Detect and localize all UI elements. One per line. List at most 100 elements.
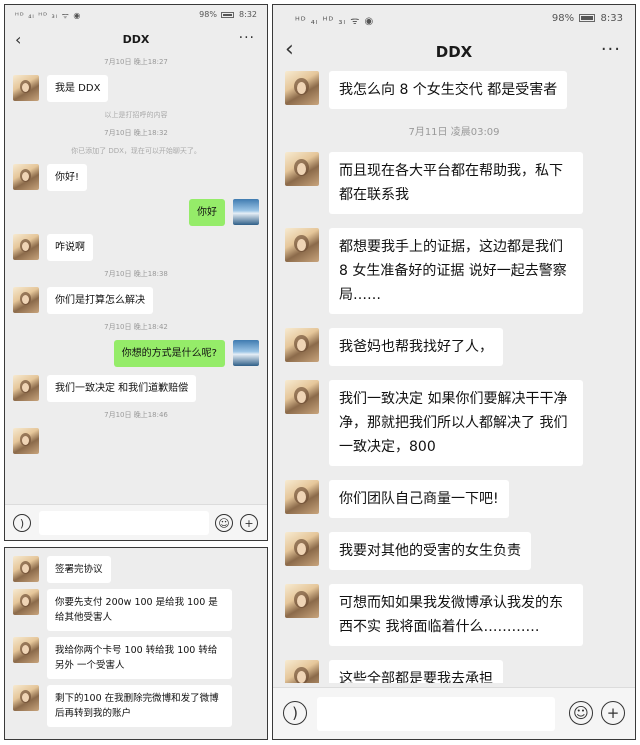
message-row: 都想要我手上的证据，这边都是我们 8 女生准备好的证据 说好一起去警察局…… bbox=[285, 228, 623, 314]
message-list[interactable]: 我怎么向 8 个女生交代 都是受害者 7月11日 凌晨03:09 而且现在各大平… bbox=[273, 71, 635, 683]
signal-icons: ᴴᴰ ₄ₗ ᴴᴰ ₃ₗ ᯤ ◉ bbox=[15, 11, 82, 20]
message-row: 我们一致决定 如果你们要解决干干净净，那就把我们所以人都解决了 我们一致决定，8… bbox=[285, 380, 623, 466]
plus-icon[interactable]: + bbox=[601, 701, 625, 725]
message-row: 我要对其他的受害的女生负责 bbox=[285, 532, 623, 570]
message-row: 我们一致决定 和我们道歉赔偿 bbox=[13, 375, 259, 402]
input-bar: ) ☺ + bbox=[273, 687, 635, 739]
chat-header: ‹ DDX ··· bbox=[273, 31, 635, 71]
contact-avatar[interactable] bbox=[13, 287, 39, 313]
message-row: 你好! bbox=[13, 164, 259, 191]
message-bubble[interactable]: 你们是打算怎么解决 bbox=[47, 287, 153, 314]
message-bubble[interactable]: 你们团队自己商量一下吧! bbox=[329, 480, 509, 518]
message-row bbox=[13, 428, 259, 454]
message-row: 签署完协议 bbox=[13, 556, 259, 583]
timestamp: 7月10日 晚上18:27 bbox=[104, 58, 168, 66]
message-bubble[interactable]: 咋说啊 bbox=[47, 234, 93, 261]
contact-avatar[interactable] bbox=[13, 234, 39, 260]
message-row: 你们团队自己商量一下吧! bbox=[285, 480, 623, 518]
contact-avatar[interactable] bbox=[285, 584, 319, 618]
battery-percent: 98% bbox=[551, 13, 575, 24]
battery-icon bbox=[221, 11, 235, 18]
contact-avatar[interactable] bbox=[13, 375, 39, 401]
contact-avatar[interactable] bbox=[285, 328, 319, 362]
message-row: 这些全部都是要我去承担 bbox=[285, 660, 623, 683]
timestamp: 7月10日 晚上18:32 bbox=[104, 129, 168, 137]
more-options-icon[interactable]: ··· bbox=[601, 39, 621, 60]
message-list[interactable]: 7月10日 晚上18:27 我是 DDX 以上是打招呼的内容 7月10日 晚上1… bbox=[5, 57, 267, 500]
plus-icon[interactable]: + bbox=[240, 514, 258, 532]
contact-avatar[interactable] bbox=[285, 152, 319, 186]
timestamp: 7月10日 晚上18:46 bbox=[104, 411, 168, 419]
more-options-icon[interactable]: ··· bbox=[239, 30, 255, 46]
status-bar: ᴴᴰ ₄ₗ ᴴᴰ ₃ₗ ᯤ ◉ 98% 8:32 bbox=[5, 5, 267, 25]
message-bubble[interactable]: 这些全部都是要我去承担 bbox=[329, 660, 503, 683]
message-bubble[interactable]: 我怎么向 8 个女生交代 都是受害者 bbox=[329, 71, 568, 109]
emoji-icon[interactable]: ☺ bbox=[569, 701, 593, 725]
message-bubble[interactable]: 你好! bbox=[47, 164, 88, 191]
voice-icon[interactable]: ) bbox=[283, 701, 307, 725]
message-input[interactable] bbox=[39, 511, 209, 535]
battery-percent: 98% bbox=[199, 10, 217, 19]
message-bubble[interactable]: 我给你两个卡号 100 转给我 100 转给另外 一个受害人 bbox=[47, 637, 232, 679]
contact-avatar[interactable] bbox=[13, 164, 39, 190]
message-bubble[interactable]: 我是 DDX bbox=[47, 75, 109, 102]
voice-icon[interactable]: ) bbox=[13, 514, 31, 532]
contact-avatar[interactable] bbox=[13, 637, 39, 663]
chat-title: DDX bbox=[122, 33, 150, 46]
status-bar: ᴴᴰ ₄ₗ ᴴᴰ ₃ₗ ᯤ ◉ 98% 8:33 bbox=[273, 5, 635, 31]
contact-avatar[interactable] bbox=[13, 556, 39, 582]
message-row: 可想而知如果我发微博承认我发的东西不实 我将面临着什么………… bbox=[285, 584, 623, 646]
chat-header: ‹ DDX ··· bbox=[5, 25, 267, 55]
message-row: 咋说啊 bbox=[13, 234, 259, 261]
status-time: 8:33 bbox=[600, 13, 623, 24]
status-time: 8:32 bbox=[239, 10, 257, 19]
contact-avatar[interactable] bbox=[285, 480, 319, 514]
message-row: 我怎么向 8 个女生交代 都是受害者 bbox=[285, 71, 623, 109]
signal-icons: ᴴᴰ ₄ₗ ᴴᴰ ₃ₗ ᯤ ◉ bbox=[295, 16, 375, 27]
message-bubble[interactable]: 我们一致决定 如果你们要解决干干净净，那就把我们所以人都解决了 我们一致决定，8… bbox=[329, 380, 583, 466]
chat-window-second: 签署完协议 你要先支付 200w 100 是给我 100 是给其他受害人 我给你… bbox=[4, 547, 268, 740]
message-bubble[interactable]: 我要对其他的受害的女生负责 bbox=[329, 532, 531, 570]
own-avatar[interactable] bbox=[233, 340, 259, 366]
chat-window-first: ᴴᴰ ₄ₗ ᴴᴰ ₃ₗ ᯤ ◉ 98% 8:32 ‹ DDX ··· 7月10日… bbox=[4, 4, 268, 541]
timestamp: 7月11日 凌晨03:09 bbox=[408, 127, 500, 138]
own-message-bubble[interactable]: 你想的方式是什么呢? bbox=[113, 340, 225, 367]
message-row: 我是 DDX bbox=[13, 75, 259, 102]
contact-avatar[interactable] bbox=[285, 380, 319, 414]
message-input[interactable] bbox=[317, 697, 555, 731]
timestamp: 7月10日 晚上18:42 bbox=[104, 323, 168, 331]
input-bar: ) ☺ + bbox=[5, 504, 267, 540]
message-bubble[interactable]: 签署完协议 bbox=[47, 556, 111, 583]
timestamp: 7月10日 晚上18:38 bbox=[104, 270, 168, 278]
system-notice: 你已添加了 DDX，现在可以开始聊天了。 bbox=[71, 147, 201, 155]
contact-avatar[interactable] bbox=[285, 71, 319, 105]
contact-avatar[interactable] bbox=[13, 428, 39, 454]
message-row: 你们是打算怎么解决 bbox=[13, 287, 259, 314]
contact-avatar[interactable] bbox=[13, 589, 39, 615]
message-bubble[interactable]: 而且现在各大平台都在帮助我，私下都在联系我 bbox=[329, 152, 583, 214]
message-row: 你要先支付 200w 100 是给我 100 是给其他受害人 bbox=[13, 589, 259, 631]
contact-avatar[interactable] bbox=[285, 228, 319, 262]
message-bubble[interactable]: 你要先支付 200w 100 是给我 100 是给其他受害人 bbox=[47, 589, 232, 631]
contact-avatar[interactable] bbox=[285, 660, 319, 683]
system-notice: 以上是打招呼的内容 bbox=[104, 111, 168, 119]
own-message-bubble[interactable]: 你好 bbox=[189, 199, 225, 226]
own-avatar[interactable] bbox=[233, 199, 259, 225]
message-list[interactable]: 签署完协议 你要先支付 200w 100 是给我 100 是给其他受害人 我给你… bbox=[5, 556, 267, 735]
message-bubble[interactable]: 剩下的100 在我删除完微博和发了微博后再转到我的账户 bbox=[47, 685, 232, 727]
message-bubble[interactable]: 我爸妈也帮我找好了人， bbox=[329, 328, 503, 366]
message-bubble[interactable]: 可想而知如果我发微博承认我发的东西不实 我将面临着什么………… bbox=[329, 584, 583, 646]
message-row: 剩下的100 在我删除完微博和发了微博后再转到我的账户 bbox=[13, 685, 259, 727]
message-bubble[interactable]: 我们一致决定 和我们道歉赔偿 bbox=[47, 375, 197, 402]
message-bubble[interactable]: 都想要我手上的证据，这边都是我们 8 女生准备好的证据 说好一起去警察局…… bbox=[329, 228, 583, 314]
message-row: 我爸妈也帮我找好了人， bbox=[285, 328, 623, 366]
status-right: 98% 8:33 bbox=[552, 13, 623, 24]
contact-avatar[interactable] bbox=[13, 75, 39, 101]
emoji-icon[interactable]: ☺ bbox=[215, 514, 233, 532]
contact-avatar[interactable] bbox=[285, 532, 319, 566]
message-row: 而且现在各大平台都在帮助我，私下都在联系我 bbox=[285, 152, 623, 214]
message-row: 我给你两个卡号 100 转给我 100 转给另外 一个受害人 bbox=[13, 637, 259, 679]
battery-icon bbox=[579, 14, 596, 22]
contact-avatar[interactable] bbox=[13, 685, 39, 711]
message-row-own: 你想的方式是什么呢? bbox=[13, 340, 259, 367]
